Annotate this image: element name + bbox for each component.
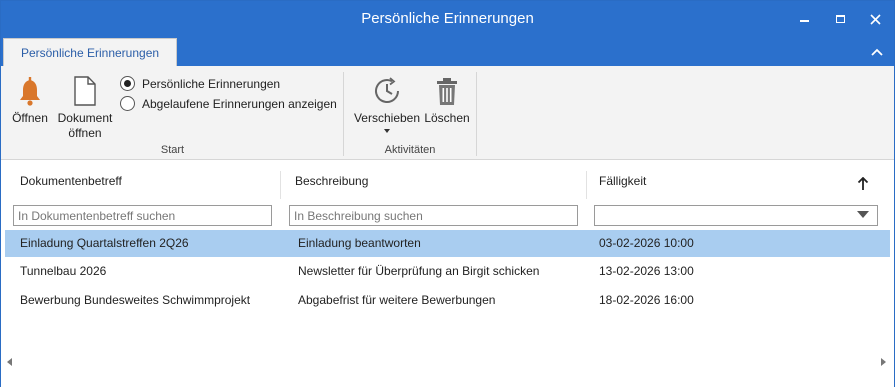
cell-due: 18-02-2026 16:00 (599, 293, 694, 307)
group-separator (476, 72, 477, 156)
open-button[interactable]: Öffnen (10, 75, 50, 126)
column-separator[interactable] (280, 171, 281, 199)
group-label-activities: Aktivitäten (384, 144, 436, 156)
open-document-label-line2: öffnen (68, 126, 102, 140)
cell-subject: Tunnelbau 2026 (20, 264, 107, 278)
subject-search-input[interactable] (13, 205, 272, 226)
postpone-button-label: Verschieben (353, 111, 421, 125)
column-separator[interactable] (586, 171, 587, 199)
description-search-input[interactable] (289, 205, 578, 226)
tab-personal-reminders[interactable]: Persönliche Erinnerungen (3, 38, 177, 66)
cell-due: 13-02-2026 13:00 (599, 264, 694, 278)
document-icon (69, 75, 101, 107)
delete-button[interactable]: Löschen (424, 75, 470, 126)
radio-button-checked (120, 76, 135, 91)
bell-icon (14, 75, 46, 107)
chevron-down-icon (857, 211, 869, 218)
scroll-right-arrow-icon[interactable] (881, 358, 886, 366)
radio-expired-label: Abgelaufene Erinnerungen anzeigen (142, 96, 337, 111)
group-label-start: Start (160, 144, 185, 156)
radio-personal-reminders[interactable]: Persönliche Erinnerungen (120, 76, 280, 91)
cell-description: Newsletter für Überprüfung an Birgit sch… (298, 264, 540, 278)
column-header-due[interactable]: Fälligkeit (599, 174, 646, 188)
cell-due: 03-02-2026 10:00 (599, 236, 694, 250)
reminders-grid: Dokumentenbetreff Beschreibung Fälligkei… (1, 161, 894, 387)
cell-subject: Einladung Quartalstreffen 2Q26 (20, 236, 189, 250)
sort-ascending-icon[interactable] (856, 177, 870, 191)
delete-button-label: Löschen (424, 111, 470, 125)
cell-description: Einladung beantworten (298, 236, 421, 250)
radio-personal-label: Persönliche Erinnerungen (142, 76, 281, 91)
cell-subject: Bewerbung Bundesweites Schwimmprojekt (20, 293, 251, 307)
title-bar: Persönliche Erinnerungen (1, 1, 894, 38)
maximize-icon (835, 15, 845, 23)
column-header-subject[interactable]: Dokumentenbetreff (20, 174, 122, 188)
minimize-button[interactable] (791, 9, 817, 29)
cell-description: Abgabefrist für weitere Bewerbungen (298, 293, 496, 307)
due-filter-dropdown[interactable] (594, 205, 878, 226)
column-header-description[interactable]: Beschreibung (295, 174, 368, 188)
maximize-button[interactable] (827, 9, 853, 29)
clock-icon (371, 75, 403, 107)
postpone-button[interactable]: Verschieben (353, 75, 421, 133)
open-button-label: Öffnen (12, 111, 48, 125)
open-document-button[interactable]: Dokument öffnen (55, 75, 115, 141)
ribbon-tab-strip: Persönliche Erinnerungen (1, 38, 894, 66)
trash-icon (431, 75, 463, 107)
minimize-icon (799, 20, 809, 22)
scroll-left-arrow-icon[interactable] (7, 358, 12, 366)
dropdown-arrow-icon (384, 129, 390, 133)
window-title: Persönliche Erinnerungen (361, 10, 534, 27)
close-button[interactable] (862, 9, 888, 29)
collapse-ribbon-chevron-icon[interactable] (870, 45, 884, 59)
open-document-label-line1: Dokument (57, 111, 113, 125)
reminders-window: Persönliche Erinnerungen Persönliche Eri… (0, 0, 895, 387)
radio-expired-reminders[interactable]: Abgelaufene Erinnerungen anzeigen (120, 96, 337, 111)
table-row[interactable]: Einladung Quartalstreffen 2Q26 Einladung… (5, 230, 890, 257)
table-row[interactable]: Tunnelbau 2026 Newsletter für Überprüfun… (5, 258, 890, 285)
table-row[interactable]: Bewerbung Bundesweites Schwimmprojekt Ab… (5, 287, 890, 314)
ribbon: Öffnen Dokument öffnen Persönliche Erinn… (1, 66, 894, 160)
radio-button (120, 96, 135, 111)
close-icon (869, 13, 881, 25)
